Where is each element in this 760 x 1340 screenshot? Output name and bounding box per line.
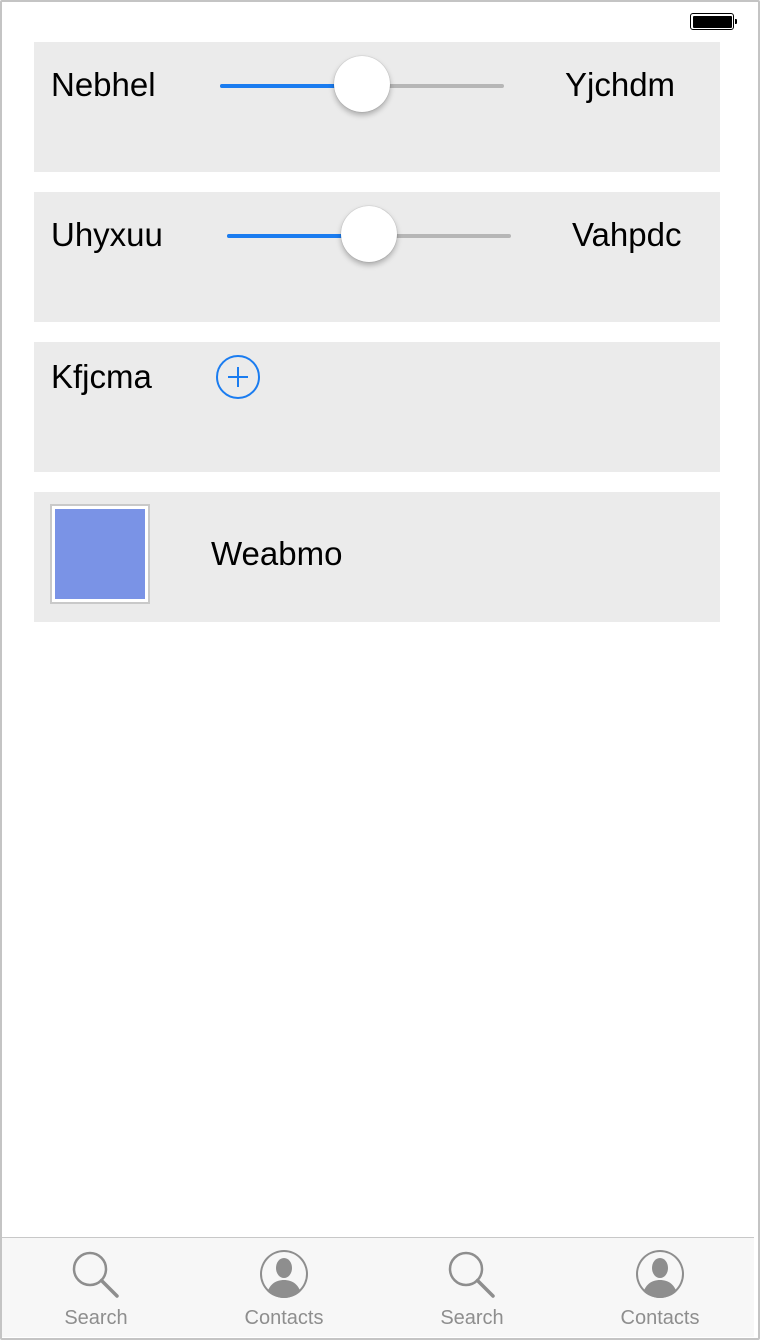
slider-label: Uhyxuu [51, 216, 163, 253]
color-cell-weabmo: Weabmo [34, 492, 720, 622]
search-icon [448, 1251, 495, 1298]
tab-label: Search [64, 1307, 128, 1329]
add-row-label: Kfjcma [51, 358, 152, 395]
search-icon [72, 1251, 119, 1298]
slider-cell-nebhel: Nebhel Yjchdm [34, 42, 720, 172]
tab-label: Contacts [244, 1307, 324, 1329]
battery-icon [690, 13, 737, 30]
slider-label: Nebhel [51, 66, 156, 103]
battery-level-fill [692, 15, 732, 28]
tab-search-1[interactable]: Search [2, 1238, 190, 1337]
tab-contacts-1[interactable]: Contacts [190, 1238, 378, 1337]
slider-cell-uhyxuu: Uhyxuu Vahpdc [34, 192, 720, 322]
contact-icon [636, 1250, 684, 1298]
color-swatch-well[interactable] [50, 504, 150, 604]
color-swatch [55, 509, 145, 599]
tab-bar: Search Contacts Search Contacts [2, 1237, 754, 1337]
slider-value-label: Vahpdc [572, 216, 682, 253]
tab-contacts-2[interactable]: Contacts [566, 1238, 754, 1337]
slider-thumb[interactable] [341, 206, 397, 262]
battery-nub [734, 19, 737, 24]
plus-circle-icon[interactable] [216, 355, 260, 399]
tab-label: Search [440, 1307, 504, 1329]
slider-thumb[interactable] [334, 56, 390, 112]
add-cell-kfjcma: Kfjcma [34, 342, 720, 472]
tab-search-2[interactable]: Search [378, 1238, 566, 1337]
slider-value-label: Yjchdm [565, 66, 676, 103]
contact-icon [260, 1250, 308, 1298]
tab-label: Contacts [620, 1307, 700, 1329]
color-row-label: Weabmo [211, 535, 343, 572]
